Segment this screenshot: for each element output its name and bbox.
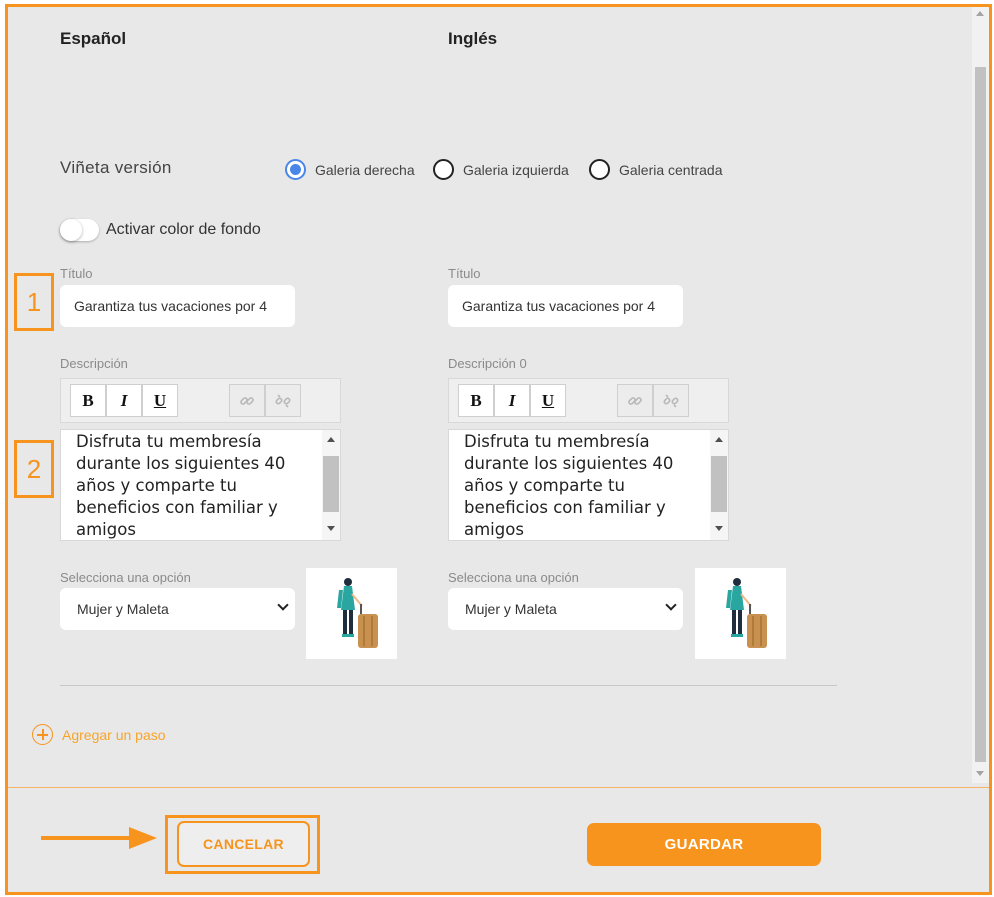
radio-unchecked-icon	[433, 159, 454, 180]
unlink-icon	[275, 393, 291, 408]
editor-scrollbar[interactable]	[322, 430, 340, 540]
annotation-marker-2: 2	[14, 440, 54, 498]
plus-circle-icon	[32, 724, 53, 745]
select-value: Mujer y Maleta	[465, 601, 557, 617]
italic-button[interactable]: I	[494, 384, 530, 417]
radio-checked-icon	[285, 159, 306, 180]
radio-galeria-izquierda[interactable]: Galeria izquierda	[433, 159, 569, 180]
english-column-heading: Inglés	[448, 29, 498, 48]
link-icon	[628, 396, 642, 405]
editor-scrollbar[interactable]	[710, 430, 728, 540]
english-description-label: Descripción 0	[448, 356, 527, 371]
scroll-thumb[interactable]	[711, 456, 727, 512]
spanish-image-select[interactable]: Mujer y Maleta	[60, 588, 295, 630]
spanish-description-label: Descripción	[60, 356, 128, 371]
woman-suitcase-illustration	[695, 568, 786, 659]
background-color-toggle-label: Activar color de fondo	[106, 221, 261, 238]
spanish-title-input[interactable]: Garantiza tus vacaciones por 4	[60, 285, 295, 327]
italic-button[interactable]: I	[106, 384, 142, 417]
scroll-down-icon	[976, 771, 984, 776]
spanish-description-text: Disfruta tu membresía durante los siguie…	[76, 432, 286, 539]
english-description-text: Disfruta tu membresía durante los siguie…	[464, 432, 674, 539]
annotation-marker-1: 1	[14, 273, 54, 331]
spanish-description-editor[interactable]: Disfruta tu membresía durante los siguie…	[60, 429, 341, 541]
vineta-version-label: Viñeta versión	[60, 158, 172, 177]
scroll-down-icon	[327, 526, 335, 531]
woman-suitcase-icon	[337, 578, 378, 648]
section-divider	[60, 685, 837, 686]
radio-label: Galeria izquierda	[463, 161, 569, 178]
scroll-up-icon	[327, 437, 335, 442]
radio-unchecked-icon	[589, 159, 610, 180]
radio-galeria-centrada[interactable]: Galeria centrada	[589, 159, 723, 180]
scroll-down-icon	[715, 526, 723, 531]
cancel-button[interactable]: CANCELAR	[177, 821, 310, 867]
english-select-label: Selecciona una opción	[448, 570, 579, 585]
unlink-button[interactable]	[265, 384, 301, 417]
scroll-thumb[interactable]	[975, 67, 986, 762]
scroll-up-icon	[715, 437, 723, 442]
add-step-button[interactable]: Agregar un paso	[32, 724, 166, 745]
radio-label: Galeria centrada	[619, 161, 723, 178]
radio-galeria-derecha[interactable]: Galeria derecha	[285, 159, 415, 180]
link-button[interactable]	[229, 384, 265, 417]
add-step-label: Agregar un paso	[62, 726, 166, 743]
english-description-editor[interactable]: Disfruta tu membresía durante los siguie…	[448, 429, 729, 541]
unlink-button[interactable]	[653, 384, 689, 417]
unlink-icon	[663, 393, 679, 408]
chevron-down-icon	[277, 599, 289, 611]
spanish-editor-toolbar: B I U	[60, 378, 341, 423]
english-title-input[interactable]: Garantiza tus vacaciones por 4	[448, 285, 683, 327]
scroll-thumb[interactable]	[323, 456, 339, 512]
arrow-right-icon	[41, 827, 157, 849]
bold-button[interactable]: B	[458, 384, 494, 417]
radio-label: Galeria derecha	[315, 161, 415, 178]
footer-divider	[8, 787, 989, 788]
english-image-select[interactable]: Mujer y Maleta	[448, 588, 683, 630]
chevron-down-icon	[665, 599, 677, 611]
spanish-column-heading: Español	[60, 29, 127, 48]
bold-button[interactable]: B	[70, 384, 106, 417]
select-value: Mujer y Maleta	[77, 601, 169, 617]
underline-button[interactable]: U	[142, 384, 178, 417]
woman-suitcase-illustration	[306, 568, 397, 659]
background-color-toggle[interactable]	[60, 219, 99, 241]
english-editor-toolbar: B I U	[448, 378, 729, 423]
main-scrollbar[interactable]	[972, 7, 989, 783]
english-title-label: Título	[448, 266, 481, 281]
save-button[interactable]: GUARDAR	[587, 823, 821, 866]
link-icon	[240, 396, 254, 405]
link-button[interactable]	[617, 384, 653, 417]
spanish-select-label: Selecciona una opción	[60, 570, 191, 585]
scroll-up-icon	[976, 11, 984, 16]
modal-panel: Español Inglés Viñeta versión Galeria de…	[5, 4, 992, 895]
underline-button[interactable]: U	[530, 384, 566, 417]
woman-suitcase-icon	[726, 578, 767, 648]
toggle-knob	[60, 219, 82, 241]
spanish-title-label: Título	[60, 266, 93, 281]
